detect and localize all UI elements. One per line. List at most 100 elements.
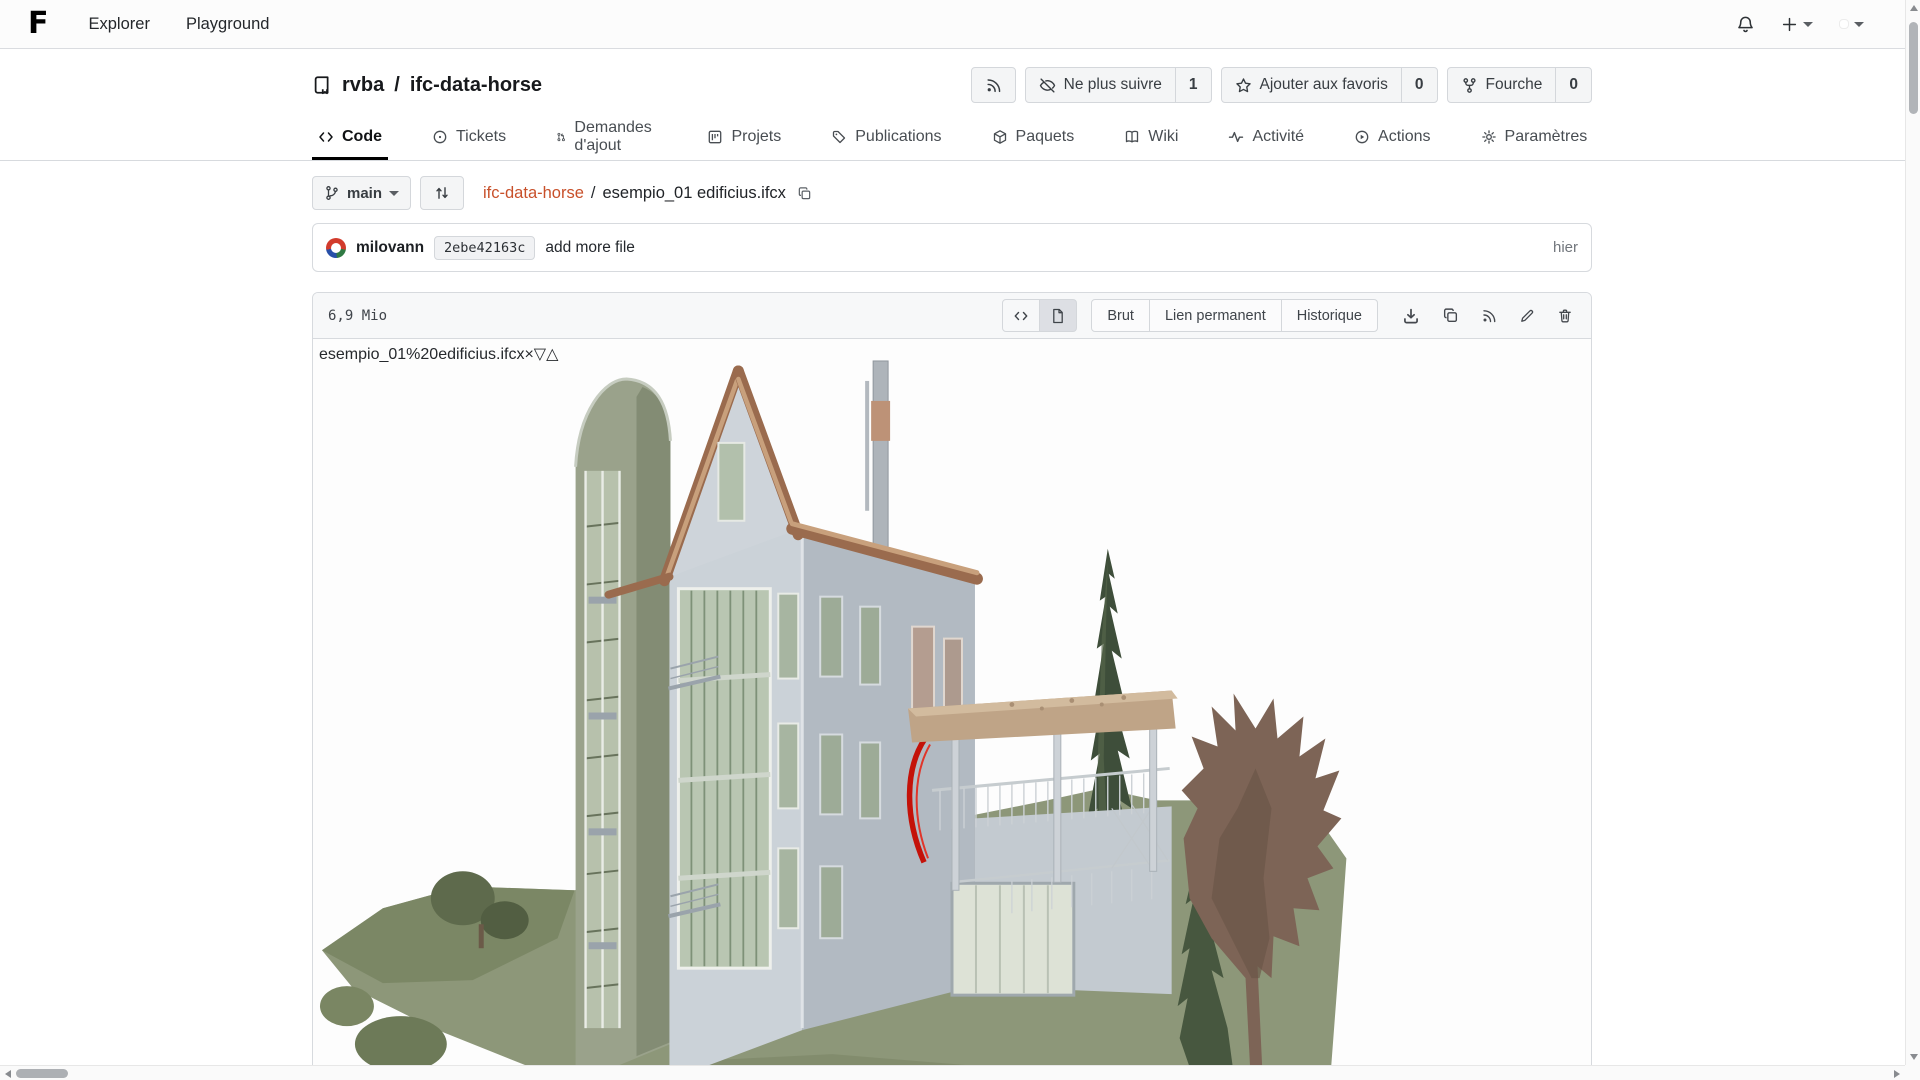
issue-icon <box>432 129 448 145</box>
breadcrumb-file-name: esempio_01 edificius.ifcx <box>603 184 786 203</box>
download-icon <box>1402 307 1420 325</box>
tab-releases[interactable]: Publications <box>825 114 947 160</box>
ifc-3d-canvas[interactable] <box>313 339 1591 1080</box>
branch-selector[interactable]: main <box>312 176 411 210</box>
viewer-file-name: esempio_01%20edificius.ifcx <box>319 346 524 363</box>
viewer-close-control[interactable]: × <box>524 346 533 363</box>
commit-author-avatar[interactable] <box>326 238 346 258</box>
branch-bar: main ifc-data-horse / esempio_01 edifici… <box>312 176 1592 210</box>
viewer-expand-control[interactable]: △ <box>546 346 558 363</box>
copy-path-button[interactable] <box>797 186 812 201</box>
code-icon <box>1013 308 1029 324</box>
rss-icon <box>1481 308 1497 324</box>
rss-button[interactable] <box>971 67 1016 103</box>
create-new-button[interactable] <box>1781 16 1813 33</box>
scroll-left-arrow[interactable] <box>5 1070 11 1078</box>
fork-button[interactable]: Fourche 0 <box>1447 67 1593 103</box>
stars-count[interactable]: 0 <box>1401 68 1437 102</box>
tab-packages[interactable]: Paquets <box>986 114 1081 160</box>
forks-count[interactable]: 0 <box>1555 68 1591 102</box>
chevron-down-icon <box>1803 22 1813 27</box>
compare-arrows-icon <box>434 185 450 201</box>
ifc-3d-viewer[interactable]: esempio_01%20edificius.ifcx×▽△ <box>313 339 1591 1080</box>
tab-wiki[interactable]: Wiki <box>1118 114 1184 160</box>
trash-icon <box>1557 308 1573 324</box>
gear-icon <box>1481 129 1497 145</box>
chevron-down-icon <box>1854 22 1864 27</box>
package-icon <box>992 129 1008 145</box>
star-icon <box>1235 77 1252 94</box>
copy-icon <box>1442 307 1459 324</box>
garage-door <box>952 883 1074 995</box>
copy-icon <box>797 186 812 201</box>
scroll-right-arrow[interactable] <box>1894 1070 1900 1078</box>
eye-off-icon <box>1039 77 1056 94</box>
commit-author-name[interactable]: milovann <box>356 239 424 257</box>
download-button[interactable] <box>1402 307 1420 325</box>
fork-icon <box>1461 77 1478 94</box>
vertical-scrollbar[interactable] <box>1905 0 1920 1065</box>
tab-issues[interactable]: Tickets <box>426 114 512 160</box>
pulse-icon <box>1228 129 1244 145</box>
file-size: 6,9 Mio <box>328 308 387 324</box>
chimney <box>865 361 890 553</box>
repo-icon <box>312 75 332 95</box>
scroll-up-arrow[interactable] <box>1910 5 1918 11</box>
tab-code[interactable]: Code <box>312 114 388 160</box>
rss-icon <box>985 77 1002 94</box>
watchers-count[interactable]: 1 <box>1175 68 1211 102</box>
latest-commit-bar: milovann 2ebe42163c add more file hier <box>312 223 1592 272</box>
nav-link-playground[interactable]: Playground <box>186 15 269 34</box>
user-menu-button[interactable] <box>1839 19 1864 29</box>
delete-button[interactable] <box>1557 308 1573 324</box>
repo-name-link[interactable]: ifc-data-horse <box>410 74 542 97</box>
project-board-icon <box>707 129 723 145</box>
plus-icon <box>1781 16 1798 33</box>
tag-icon <box>831 129 847 145</box>
vertical-scroll-thumb[interactable] <box>1909 22 1918 114</box>
viewer-layer-label: esempio_01%20edificius.ifcx×▽△ <box>319 344 558 364</box>
gable-window <box>718 443 744 521</box>
horizontal-scrollbar[interactable] <box>0 1065 1905 1080</box>
file-header: 6,9 Mio Brut Lien permanent Historique <box>313 293 1591 339</box>
top-navbar: F Explorer Playground <box>0 0 1920 49</box>
nav-link-explore[interactable]: Explorer <box>89 15 150 34</box>
repo-owner-link[interactable]: rvba <box>342 74 384 97</box>
tab-pull-requests[interactable]: Demandes d'ajout <box>550 114 663 160</box>
tab-settings[interactable]: Paramètres <box>1475 114 1594 160</box>
tab-actions[interactable]: Actions <box>1348 114 1436 160</box>
book-icon <box>1124 129 1140 145</box>
tab-activity[interactable]: Activité <box>1222 114 1310 160</box>
source-view-button[interactable] <box>1002 299 1040 332</box>
file-icon <box>1050 308 1066 324</box>
forgejo-logo[interactable]: F <box>28 9 47 39</box>
commit-time: hier <box>1553 239 1578 256</box>
star-button[interactable]: Ajouter aux favoris 0 <box>1221 67 1438 103</box>
commit-hash-link[interactable]: 2ebe42163c <box>434 236 535 260</box>
file-view-box: 6,9 Mio Brut Lien permanent Historique <box>312 292 1592 1080</box>
pull-request-icon <box>556 129 566 145</box>
commit-message-link[interactable]: add more file <box>545 239 635 257</box>
tab-projects[interactable]: Projets <box>701 114 787 160</box>
file-rss-button[interactable] <box>1481 308 1497 324</box>
unwatch-button[interactable]: Ne plus suivre 1 <box>1025 67 1212 103</box>
edit-button[interactable] <box>1519 308 1535 324</box>
rendered-view-button[interactable] <box>1039 299 1077 332</box>
compare-button[interactable] <box>420 176 464 210</box>
repo-tabs-strip: Code Tickets Demandes d'ajout Projets Pu… <box>0 114 1920 161</box>
permalink-button[interactable]: Lien permanent <box>1149 299 1282 332</box>
git-branch-icon <box>324 185 340 201</box>
horizontal-scroll-thumb[interactable] <box>16 1069 68 1078</box>
viewer-collapse-control[interactable]: ▽ <box>534 346 546 363</box>
breadcrumb-repo-link[interactable]: ifc-data-horse <box>483 184 584 203</box>
copy-content-button[interactable] <box>1442 307 1459 324</box>
chevron-down-icon <box>389 191 399 196</box>
scroll-down-arrow[interactable] <box>1910 1054 1918 1060</box>
notifications-bell-icon[interactable] <box>1736 15 1755 34</box>
history-button[interactable]: Historique <box>1281 299 1378 332</box>
raw-button[interactable]: Brut <box>1091 299 1150 332</box>
pencil-icon <box>1519 308 1535 324</box>
code-icon <box>318 129 334 145</box>
curved-tower <box>576 379 671 1080</box>
scrollbar-corner <box>1905 1065 1920 1080</box>
